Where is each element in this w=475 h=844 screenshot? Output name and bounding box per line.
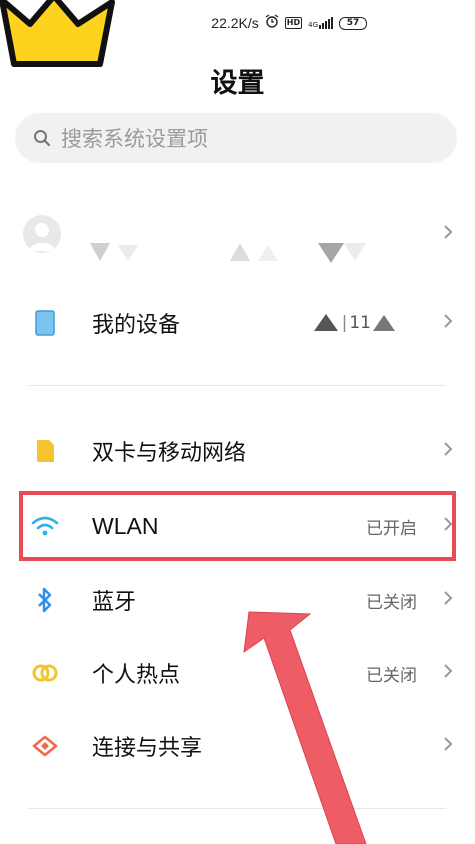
- annotation-arrow: [243, 611, 367, 844]
